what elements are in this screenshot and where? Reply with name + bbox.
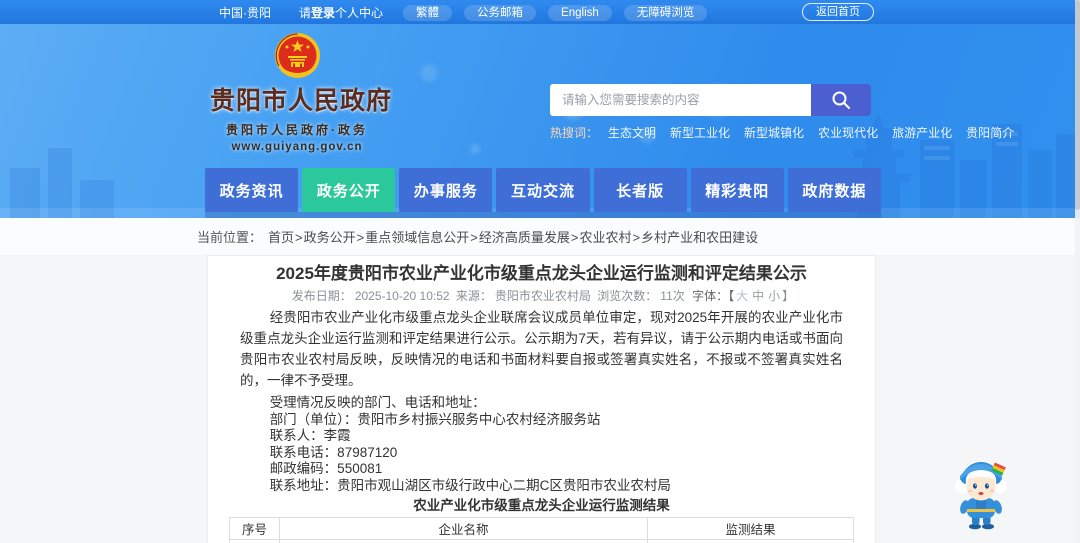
nav-item[interactable]: 长者版 <box>593 168 687 212</box>
topbar-pill-link[interactable]: 繁體 <box>403 5 453 21</box>
login-suffix: 个人中心 <box>335 5 384 20</box>
login-prefix: 请 <box>299 5 312 20</box>
breadcrumb-link[interactable]: 首页 <box>268 227 294 246</box>
site-title: 贵阳市人民政府 <box>210 87 393 115</box>
site-subtitle: 贵阳市人民政府·政务 <box>226 123 368 137</box>
topbar-region-link[interactable]: 中国·贵阳 <box>205 4 285 21</box>
nav-item[interactable]: 政务公开 <box>302 168 396 212</box>
table-header-row: 序号 企业名称 监测结果 <box>229 517 854 540</box>
contact-detail-line: 邮政编码：550081 <box>269 461 383 476</box>
source-value: 贵阳市农业农村局 <box>494 289 591 303</box>
font-size-option[interactable]: 小 <box>768 289 780 303</box>
table-row: 1 贵州合力超市采购有限公司 合格 <box>229 539 854 543</box>
company-name: 贵州合力超市采购有限公司 <box>278 539 649 543</box>
nav-item[interactable]: 政府数据 <box>787 168 881 212</box>
hot-search-link[interactable]: 农业现代化 <box>818 124 878 141</box>
contact-details: 受理情况反映的部门、电话和地址： 部门（单位）：贵阳市乡村振兴服务中心农村经济服务… <box>240 395 843 494</box>
topbar: 中国·贵阳 请登录个人中心 繁體 公务邮箱 English 无障碍浏览 返回首页 <box>0 0 1080 24</box>
contact-detail-line: 受理情况反映的部门、电话和地址： <box>269 395 486 410</box>
national-emblem-icon <box>274 33 320 78</box>
table-header-cell: 监测结果 <box>647 517 854 540</box>
search-icon <box>832 91 850 109</box>
page: 中国·贵阳 请登录个人中心 繁體公务邮箱 English 无障碍浏览 返回首页 <box>0 0 1080 543</box>
breadcrumb-trail: 首页政务公开重点领域信息公开经济高质量发展农业农村乡村产业和农田建设 <box>268 227 758 246</box>
row-number: 1 <box>229 539 280 543</box>
breadcrumb-label: 当前位置： <box>197 230 263 245</box>
nav-item[interactable]: 精彩贵阳 <box>690 168 784 212</box>
mascot[interactable] <box>950 452 1012 530</box>
font-size-label: 字体：【 <box>692 289 735 303</box>
views-label: 浏览次数： <box>597 289 658 303</box>
search-input[interactable] <box>550 84 811 116</box>
contact-detail-line: 部门（单位）：贵阳市乡村振兴服务中心农村经济服务站 <box>269 411 601 427</box>
monitor-result: 合格 <box>647 539 854 543</box>
article-title: 2025年度贵阳市农业产业化市级重点龙头企业运行监测和评定结果公示 <box>276 264 807 283</box>
nav-bottom-strip <box>205 212 881 218</box>
search-button[interactable] <box>811 84 871 116</box>
table-body: 1 贵州合力超市采购有限公司 合格 2 贵州友禾种业有限公司 合格 3 贵州松果… <box>229 539 854 543</box>
contact-detail-line: 联系电话：87987120 <box>269 444 398 460</box>
login-bold: 登录 <box>311 5 336 20</box>
topbar-pill-link[interactable]: 无障碍浏览 <box>623 5 708 21</box>
main-nav: 政务资讯 政务公开 办事服务 互动交流 长者版 精彩贵阳 政府数据 <box>205 168 881 212</box>
breadcrumb-link[interactable]: 乡村产业和农田建设 <box>631 227 758 246</box>
bokeh-decoration <box>420 64 438 82</box>
font-size-option[interactable]: 大 <box>736 289 748 303</box>
hot-search-link[interactable]: 贵阳简介 <box>966 124 1014 141</box>
article-meta: 发布日期： 2025-10-20 10:52 来源： 贵阳市农业农村局 浏览次数： 1… <box>229 290 854 302</box>
topbar-login-link[interactable]: 请登录个人中心 <box>285 4 397 21</box>
article-paragraph: 经贵阳市农业产业化市级重点龙头企业联席会议成员单位审定，现对2025年开展的农业… <box>240 310 843 388</box>
nav-item[interactable]: 政务资讯 <box>205 168 299 212</box>
hot-search-link[interactable]: 新型工业化 <box>670 124 730 141</box>
hot-search-link[interactable]: 旅游产业化 <box>892 124 952 141</box>
hot-search-links: 生态文明 新型工业化 新型城镇化 农业现代化 旅游产业化 贵阳简介 <box>608 124 1028 141</box>
font-size-close: 】 <box>782 289 795 303</box>
font-size-option[interactable]: 中 <box>752 289 764 303</box>
back-home-button[interactable]: 返回首页 <box>802 3 874 21</box>
nav-item[interactable]: 办事服务 <box>399 168 493 212</box>
site-url: www.guiyang.gov.cn <box>231 141 363 153</box>
breadcrumb-link[interactable]: 政务公开 <box>294 227 356 246</box>
views-value: 11次 <box>660 289 685 303</box>
article-card: 2025年度贵阳市农业产业化市级重点龙头企业运行监测和评定结果公示 发布日期： 2… <box>207 255 876 543</box>
table-header-cell: 企业名称 <box>278 517 649 540</box>
topbar-pill-link[interactable]: English <box>548 5 612 21</box>
nav-item[interactable]: 互动交流 <box>496 168 590 212</box>
topbar-pills: 繁體 公务邮箱 English 无障碍浏览 <box>397 4 713 21</box>
topbar-pill-link[interactable]: 公务邮箱 <box>464 5 537 21</box>
search-area: 热搜词： 生态文明新型工业化新型城镇化农业现代化旅游产业化贵阳简介 <box>550 84 1014 141</box>
breadcrumb: 当前位置： 首页政务公开重点领域信息公开经济高质量发展农业农村乡村产业和农田建设 <box>0 218 1080 255</box>
contact-detail-line: 联系人：李霞 <box>269 428 351 443</box>
monitoring-result-table: 序号企业名称监测结果 1 贵州合力超市采购有限公司 合格 2 贵州友禾种业有限公… <box>229 517 854 543</box>
publish-date-value: 2025-10-20 10:52 <box>354 289 450 303</box>
breadcrumb-link[interactable]: 农业农村 <box>570 227 631 246</box>
site-logo[interactable]: 贵阳市人民政府 贵阳市人民政府·政务 www.guiyang.gov.cn <box>210 32 393 153</box>
hot-search-link[interactable]: 新型城镇化 <box>744 124 804 141</box>
publish-date-label: 发布日期： <box>291 289 352 303</box>
font-size-options: 大中小 <box>734 289 782 303</box>
source-label: 来源： <box>455 289 492 303</box>
scrollbar[interactable] <box>1075 0 1080 543</box>
scrollbar-thumb[interactable] <box>1075 0 1080 210</box>
table-title: 农业产业化市级重点龙头企业运行监测结果 <box>413 498 670 513</box>
contact-detail-line: 联系地址：贵阳市观山湖区市级行政中心二期C区贵阳市农业农村局 <box>269 477 671 493</box>
hot-search-row: 热搜词： 生态文明 新型工业化 新型城镇化 农业现代化 旅游产业化 贵阳简介 <box>550 124 1014 141</box>
table-header-cell: 序号 <box>229 517 280 540</box>
hot-search-link[interactable]: 生态文明 <box>608 124 656 141</box>
hot-search-label: 热搜词： <box>550 126 599 140</box>
breadcrumb-link[interactable]: 经济高质量发展 <box>469 227 570 246</box>
breadcrumb-link[interactable]: 重点领域信息公开 <box>356 227 469 246</box>
